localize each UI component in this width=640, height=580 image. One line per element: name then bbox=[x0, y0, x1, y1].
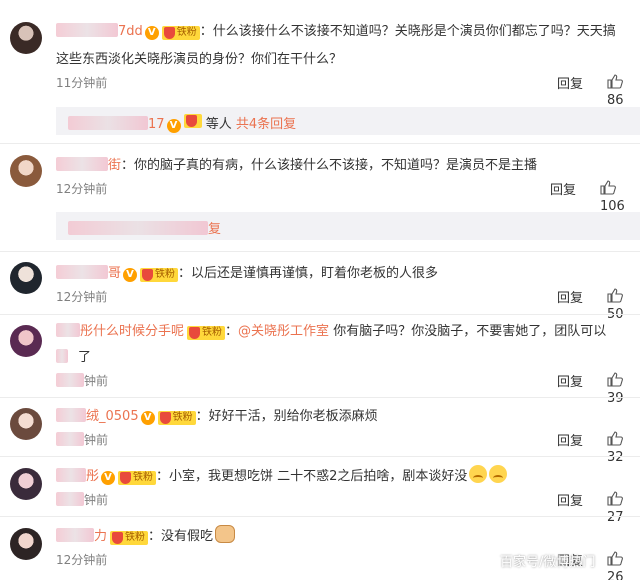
comment-text-continued: 这些东西淡化关晓彤演员的身份？你们在干什么？ bbox=[56, 52, 343, 67]
fan-badge: 铁粉 bbox=[110, 531, 149, 545]
verified-v-icon: V bbox=[144, 26, 159, 40]
like-button[interactable]: 32 bbox=[607, 431, 640, 465]
comment-time: 11分钟前 bbox=[56, 76, 108, 90]
comment-time: 12分钟前 bbox=[56, 553, 108, 567]
fan-badge: 铁粉 bbox=[140, 268, 179, 282]
username-link[interactable]: 彤 bbox=[56, 468, 99, 484]
comment-text: ：你的脑子真的有病，什么该接什么不该接，不知道吗？是演员不是主播 bbox=[121, 158, 538, 173]
reply-button[interactable]: 回复 bbox=[557, 73, 583, 92]
comment-time: 12分钟前 bbox=[56, 290, 108, 304]
verified-v-icon: V bbox=[166, 119, 181, 133]
divider bbox=[0, 456, 640, 457]
divider bbox=[0, 143, 640, 144]
verified-v-icon: V bbox=[140, 411, 155, 425]
comment-line: 彤 V 铁粉 ：小室，我更想吃饼 二十不惑2之后拍啥，剧本谈好没 bbox=[56, 465, 508, 485]
fan-badge bbox=[183, 114, 202, 128]
sub-thread-box[interactable]: 17 V 等人 共4条回复 bbox=[56, 107, 640, 135]
view-replies-link[interactable]: 复 bbox=[208, 222, 221, 237]
comment-text: ：好好干活，别给你老板添麻烦 bbox=[195, 409, 378, 424]
like-count: 32 bbox=[607, 450, 624, 465]
sad-emoji-icon bbox=[469, 465, 488, 483]
divider bbox=[0, 516, 640, 517]
fan-badge: 铁粉 bbox=[161, 26, 200, 40]
avatar[interactable] bbox=[10, 262, 42, 294]
like-count: 27 bbox=[607, 510, 624, 525]
username-link[interactable]: 街 bbox=[56, 157, 121, 173]
username-link[interactable]: 哥 bbox=[56, 265, 121, 281]
like-button[interactable]: 106 bbox=[600, 180, 640, 214]
like-count: 86 bbox=[607, 93, 624, 108]
comment-time: 钟前 bbox=[56, 431, 108, 448]
like-count: 39 bbox=[607, 391, 624, 406]
avatar[interactable] bbox=[10, 468, 42, 500]
comment-time: 钟前 bbox=[56, 372, 108, 389]
comment-time: 12分钟前 bbox=[56, 182, 108, 196]
like-count: 26 bbox=[607, 570, 624, 580]
comment-line: 7dd V 铁粉 ：什么该接什么不该接不知道吗？关晓彤是个演员你们都忘了吗？天天搞 bbox=[56, 20, 616, 40]
comment-line: 街：你的脑子真的有病，什么该接什么不该接，不知道吗？是演员不是主播 bbox=[56, 154, 537, 173]
thumbs-up-icon bbox=[600, 180, 616, 195]
like-button[interactable]: 86 bbox=[607, 74, 640, 108]
fan-badge: 铁粉 bbox=[118, 471, 157, 485]
thumbs-up-icon bbox=[607, 288, 623, 303]
comment-line: 哥 V 铁粉 ：以后还是谨慎再谨慎，盯着你老板的人很多 bbox=[56, 262, 438, 282]
comment-text: ：没有假吃 bbox=[148, 529, 214, 544]
comment-text: 你有脑子吗？你没脑子，不要害她了，团队可以 bbox=[333, 324, 607, 339]
comment-text: ：以后还是谨慎再谨慎，盯着你老板的人很多 bbox=[178, 266, 439, 281]
avatar[interactable] bbox=[10, 325, 42, 357]
verified-v-icon: V bbox=[101, 471, 116, 485]
fist-emoji-icon bbox=[215, 525, 236, 543]
comment-line: 绒_0505 V 铁粉 ：好好干活，别给你老板添麻烦 bbox=[56, 405, 378, 425]
thumbs-up-icon bbox=[607, 551, 623, 566]
comment-time: 钟前 bbox=[56, 491, 108, 508]
comment-line: 彤什么时候分手呢 铁粉 ：@关晓彤工作室 你有脑子吗？你没脑子，不要害她了，团队可以 bbox=[56, 320, 606, 340]
comment-text-continued: 了 bbox=[56, 346, 91, 365]
reply-button[interactable]: 回复 bbox=[557, 490, 583, 509]
thumbs-up-icon bbox=[607, 491, 623, 506]
sad-emoji-icon bbox=[489, 465, 508, 483]
avatar[interactable] bbox=[10, 155, 42, 187]
like-button[interactable]: 39 bbox=[607, 372, 640, 406]
username-link[interactable]: 彤什么时候分手呢 bbox=[56, 323, 184, 339]
comment-text: ：小室，我更想吃饼 二十不惑2之后拍啥，剧本谈好没 bbox=[156, 469, 468, 484]
thumbs-up-icon bbox=[607, 74, 623, 89]
divider bbox=[0, 314, 640, 315]
reply-button[interactable]: 回复 bbox=[550, 179, 576, 198]
reply-button[interactable]: 回复 bbox=[557, 371, 583, 390]
thumbs-up-icon bbox=[607, 431, 623, 446]
avatar[interactable] bbox=[10, 528, 42, 560]
divider bbox=[0, 251, 640, 252]
thumbs-up-icon bbox=[607, 372, 623, 387]
fan-badge: 铁粉 bbox=[187, 326, 226, 340]
like-button[interactable]: 26 bbox=[607, 551, 640, 580]
comment-text: ：什么该接什么不该接不知道吗？关晓彤是个演员你们都忘了吗？天天搞 bbox=[199, 24, 616, 39]
verified-v-icon: V bbox=[123, 268, 138, 282]
watermark: 百家号/微博热门 bbox=[500, 555, 596, 570]
reply-button[interactable]: 回复 bbox=[557, 287, 583, 306]
username-link[interactable]: 7dd bbox=[56, 23, 143, 39]
like-button[interactable]: 27 bbox=[607, 491, 640, 525]
fan-badge: 铁粉 bbox=[157, 411, 196, 425]
sub-thread-box[interactable]: 复 bbox=[56, 212, 640, 240]
like-button[interactable]: 50 bbox=[607, 288, 640, 322]
reply-button[interactable]: 回复 bbox=[557, 430, 583, 449]
mention-link[interactable]: @关晓彤工作室 bbox=[238, 324, 329, 339]
avatar[interactable] bbox=[10, 408, 42, 440]
avatar[interactable] bbox=[10, 22, 42, 54]
username-link[interactable]: 力 bbox=[56, 528, 107, 544]
username-link[interactable]: 绒_0505 bbox=[56, 408, 139, 424]
comment-line: 力铁粉 ：没有假吃 bbox=[56, 525, 236, 545]
divider bbox=[0, 397, 640, 398]
view-replies-link[interactable]: 共4条回复 bbox=[236, 117, 296, 132]
